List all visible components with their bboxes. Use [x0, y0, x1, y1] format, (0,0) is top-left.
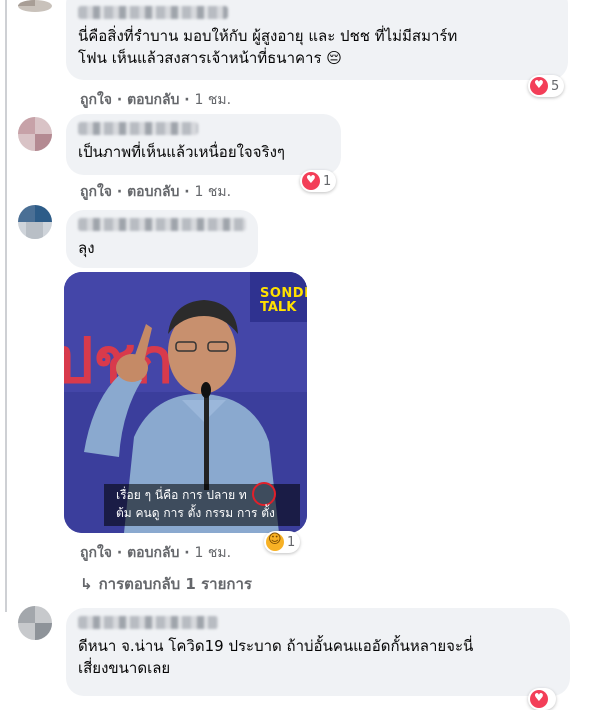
reaction-count[interactable]: 1: [300, 170, 337, 192]
comment-actions: ถูกใจ · ตอบกลับ · 1 ชม.: [80, 542, 231, 564]
separator: ·: [116, 184, 128, 200]
reaction-number: 5: [551, 78, 560, 94]
comment-text: ดีหนา จ.น่าน โควิด19 ประบาด ถ้าบ่อั้นคนแ…: [78, 637, 474, 677]
reply-link[interactable]: ตอบกลับ: [127, 184, 179, 200]
timestamp[interactable]: 1 ชม.: [195, 545, 232, 561]
view-replies-label: การตอบกลับ 1 รายการ: [98, 575, 252, 593]
caption-line2: ต้ม คนดู การ ตั้ง กรรม การ ตั้ง: [116, 506, 275, 520]
commenter-name[interactable]: [78, 6, 228, 19]
haha-icon: [266, 532, 284, 551]
reaction-count[interactable]: [528, 688, 556, 710]
reaction-number: 1: [323, 173, 332, 189]
separator: ·: [116, 545, 128, 561]
avatar[interactable]: [18, 205, 52, 239]
timestamp[interactable]: 1 ชม.: [195, 184, 232, 200]
reaction-count[interactable]: 5: [528, 75, 565, 97]
thread-line: [5, 0, 7, 612]
separator: ·: [184, 545, 195, 561]
comment-bubble: นี่คือสิ่งที่รำบาน มอบให้กับ ผู้สูงอายุ …: [66, 0, 568, 80]
comment-text: เป็นภาพที่เห็นแล้วเหนื่อยใจจริงๆ: [78, 143, 285, 161]
reaction-number: 1: [287, 534, 296, 550]
separator: ·: [184, 184, 195, 200]
commenter-name[interactable]: [78, 616, 218, 629]
comment-text: ลุง: [78, 239, 95, 257]
watermark-line1: SONDH: [260, 286, 307, 301]
love-icon: [530, 77, 548, 95]
avatar[interactable]: [18, 117, 52, 151]
comment-bubble: ดีหนา จ.น่าน โควิด19 ประบาด ถ้าบ่อั้นคนแ…: [66, 608, 570, 696]
timestamp[interactable]: 1 ชม.: [195, 92, 232, 108]
commenter-name[interactable]: [78, 122, 198, 135]
comment-actions: ถูกใจ · ตอบกลับ · 1 ชม.: [80, 181, 231, 203]
comment-bubble: เป็นภาพที่เห็นแล้วเหนื่อยใจจริงๆ: [66, 114, 341, 175]
like-link[interactable]: ถูกใจ: [80, 92, 112, 108]
commenter-name[interactable]: [78, 218, 246, 231]
comment-bubble: ลุง: [66, 210, 258, 268]
reply-link[interactable]: ตอบกลับ: [127, 545, 179, 561]
comment-actions: ถูกใจ · ตอบกลับ · 1 ชม.: [80, 89, 231, 111]
comment-text: นี่คือสิ่งที่รำบาน มอบให้กับ ผู้สูงอายุ …: [78, 27, 458, 67]
love-icon: [302, 172, 320, 190]
reply-link[interactable]: ตอบกลับ: [127, 92, 179, 108]
reply-arrow-icon: ↳: [80, 575, 93, 593]
reaction-count[interactable]: 1: [264, 531, 301, 553]
watermark-line2: TALK: [260, 300, 297, 315]
avatar[interactable]: [18, 0, 52, 12]
like-link[interactable]: ถูกใจ: [80, 184, 112, 200]
comment-photo[interactable]: ปชก SONDH TALK เรื่อย ๆ นี่คือ การ ปลาย …: [64, 272, 307, 533]
view-replies-link[interactable]: ↳ การตอบกลับ 1 รายการ: [80, 572, 252, 596]
caption-line1: เรื่อย ๆ นี่คือ การ ปลาย ท: [116, 488, 247, 502]
separator: ·: [116, 92, 128, 108]
love-icon: [530, 690, 548, 708]
like-link[interactable]: ถูกใจ: [80, 545, 112, 561]
separator: ·: [184, 92, 195, 108]
avatar[interactable]: [18, 606, 52, 640]
